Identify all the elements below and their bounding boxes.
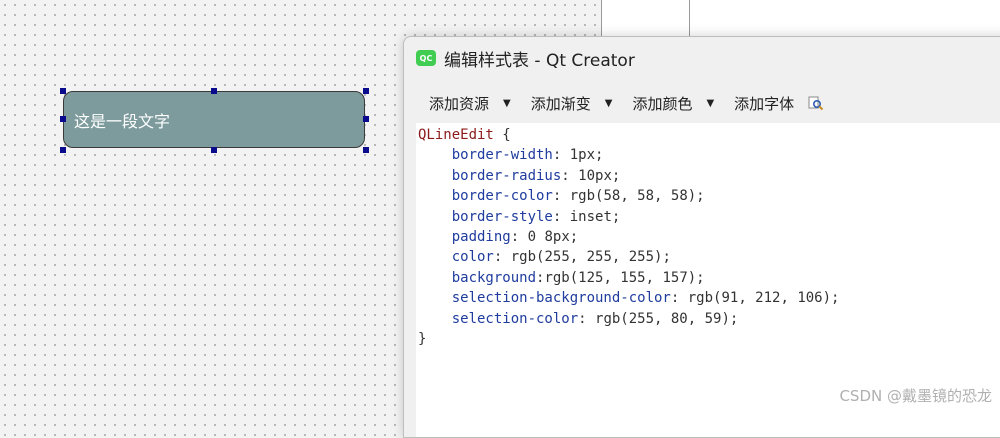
css-property-value: 0 8px; [519, 228, 579, 245]
css-property-value: 10px; [569, 167, 621, 184]
add-gradient-label: 添加渐变 [530, 94, 591, 113]
open-brace: { [493, 127, 511, 143]
editor-toolbar: 添加资源 ▼ 添加渐变 ▼ 添加颜色 ▼ 添加字体 [404, 89, 1000, 117]
selection-handle-middle-right[interactable] [363, 116, 369, 122]
magnifier-icon [808, 96, 824, 111]
add-resource-button[interactable]: 添加资源 ▼ [429, 93, 531, 114]
selection-handle-top-right[interactable] [363, 88, 369, 94]
css-property-name: selection-color [451, 310, 579, 327]
css-property-value: rgb(91, 212, 106); [679, 290, 840, 307]
css-property-name: color [451, 249, 494, 266]
selection-handle-bottom-right[interactable] [363, 147, 369, 153]
code-line-property: color: rgb(255, 255, 255); [451, 249, 671, 266]
selection-handle-middle-left[interactable] [60, 116, 66, 122]
panel-divider [689, 0, 690, 40]
csdn-watermark: CSDN @戴墨镜的恐龙 [839, 387, 992, 405]
code-line-property: border-style: inset; [451, 208, 621, 225]
preview-button[interactable] [808, 95, 824, 111]
css-property-value: rgb(58, 58, 58); [561, 188, 705, 205]
selection-handle-bottom-center[interactable] [211, 147, 217, 153]
css-property-value: rgb(125, 155, 157); [544, 269, 705, 286]
css-property-name: background [451, 269, 537, 286]
code-line-property: padding: 0 8px; [451, 228, 579, 245]
css-property-name: border-radius [451, 167, 562, 184]
css-property-value: 1px; [561, 147, 604, 164]
code-line-property: border-radius: 10px; [451, 167, 621, 184]
styled-line-edit[interactable]: 这是一段文字 [63, 91, 365, 148]
css-selector: QLineEdit [418, 127, 494, 143]
css-property-value: inset; [561, 208, 621, 225]
close-brace: } [418, 330, 427, 347]
qt-creator-logo-icon: QC [416, 50, 436, 66]
line-edit-text: 这是一段文字 [74, 111, 171, 131]
css-property-name: border-width [451, 147, 553, 164]
css-property-name: padding [451, 228, 511, 245]
code-line-property: selection-color: rgb(255, 80, 59); [451, 310, 739, 327]
add-color-button[interactable]: 添加颜色 ▼ [632, 93, 734, 114]
code-line-close: } [418, 329, 1000, 349]
selection-handle-top-left[interactable] [60, 88, 66, 94]
css-property-name: border-color [451, 188, 553, 205]
css-property-name: border-style [451, 208, 553, 225]
selection-handle-top-center[interactable] [211, 88, 217, 94]
css-property-name: selection-background-color [451, 290, 671, 307]
add-font-button[interactable]: 添加字体 [734, 93, 794, 114]
stylesheet-editor-window: QC 编辑样式表 - Qt Creator 添加资源 ▼ 添加渐变 ▼ 添加颜色… [403, 36, 1000, 438]
designer-side-panel [601, 0, 1000, 40]
code-line-property: background:rgb(125, 155, 157); [451, 269, 705, 286]
chevron-down-icon[interactable]: ▼ [706, 98, 714, 109]
code-line-property: border-color: rgb(58, 58, 58); [451, 188, 705, 205]
add-color-label: 添加颜色 [632, 94, 693, 113]
add-resource-label: 添加资源 [429, 94, 490, 113]
css-property-value: rgb(255, 80, 59); [586, 310, 739, 327]
code-line-property: border-width: 1px; [451, 147, 604, 164]
window-title: 编辑样式表 - Qt Creator [444, 50, 635, 71]
selection-handle-bottom-left[interactable] [60, 147, 66, 153]
chevron-down-icon[interactable]: ▼ [503, 98, 511, 109]
window-titlebar[interactable]: QC 编辑样式表 - Qt Creator [404, 37, 1000, 79]
add-font-label: 添加字体 [734, 94, 795, 113]
chevron-down-icon[interactable]: ▼ [605, 98, 613, 109]
add-gradient-button[interactable]: 添加渐变 ▼ [531, 93, 633, 114]
css-property-value: rgb(255, 255, 255); [502, 249, 671, 266]
code-line-property: selection-background-color: rgb(91, 212,… [451, 290, 840, 307]
code-line-selector: QLineEdit { [418, 125, 1000, 145]
